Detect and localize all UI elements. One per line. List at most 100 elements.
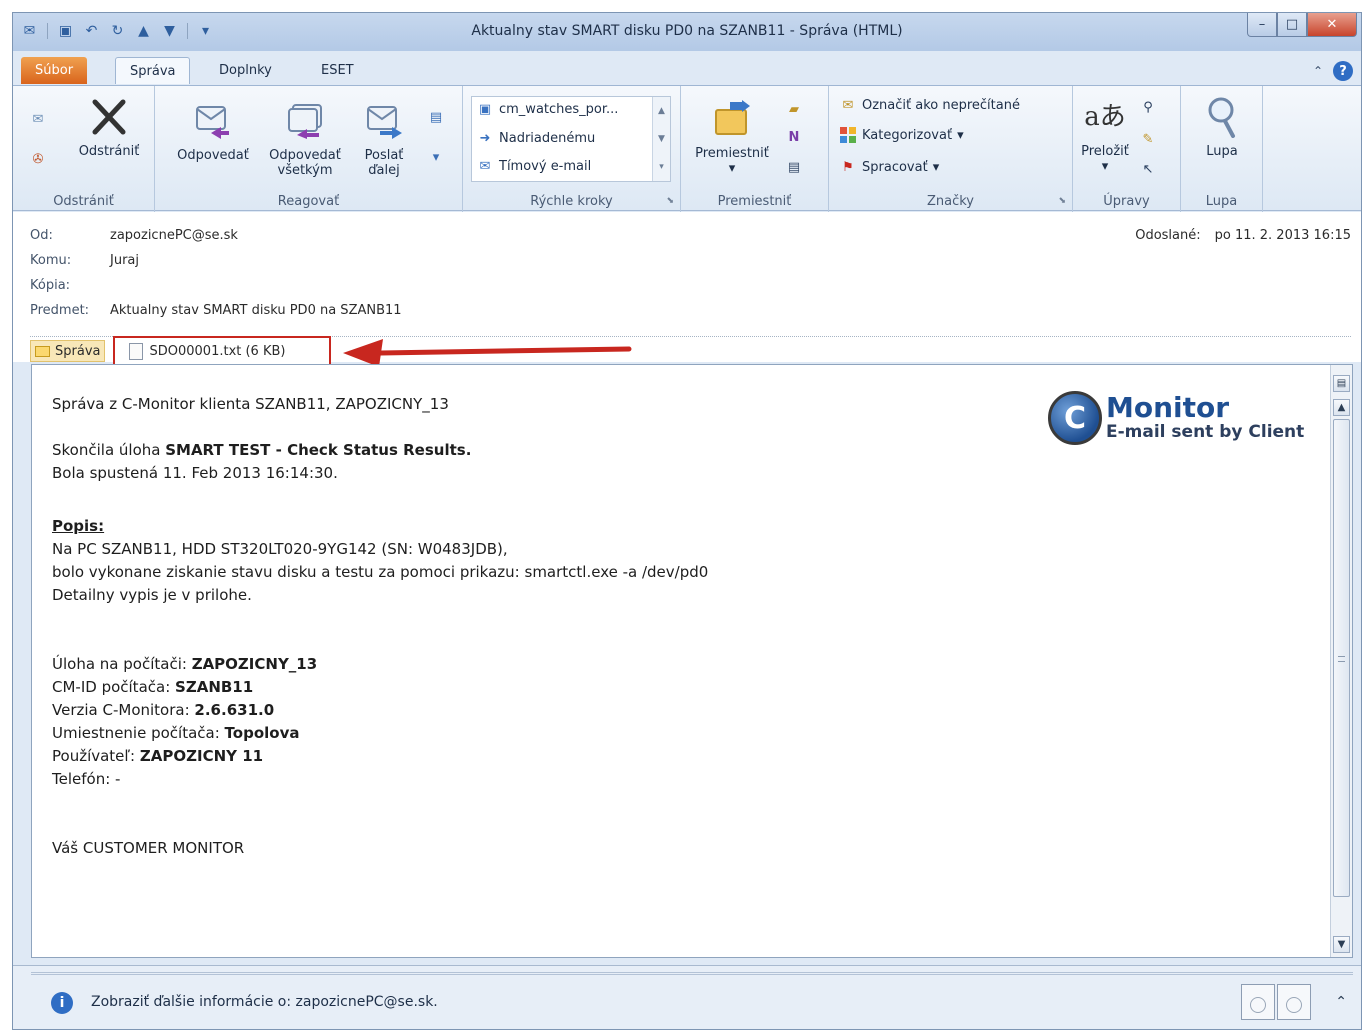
message-tab-button[interactable]: Správa [30, 340, 106, 362]
ignore-icon[interactable]: ✉ [29, 110, 47, 128]
scroll-down-icon[interactable]: ▼ [1333, 936, 1350, 953]
tab-message[interactable]: Správa [115, 57, 191, 84]
text-file-icon [129, 342, 144, 360]
tab-eset[interactable]: ESET [307, 57, 368, 84]
quick-step-manager[interactable]: ➜ Nadriadenému [476, 129, 596, 147]
dialog-launcher-icon[interactable]: ⬊ [666, 196, 674, 206]
intro-line: Správa z C-Monitor klienta SZANB11, ZAPO… [52, 395, 449, 413]
zoom-button[interactable]: Lupa [1189, 96, 1255, 159]
forward-button[interactable]: Poslať ďalej [351, 100, 417, 178]
delete-button[interactable]: Odstrániť [67, 96, 151, 159]
quick-steps-gallery: ▣ cm_watches_por... ➜ Nadriadenému ✉ Tím… [471, 96, 671, 182]
expand-gallery-icon[interactable]: ▾ [659, 162, 664, 172]
minimize-ribbon-icon[interactable]: ⌃ [1313, 64, 1323, 78]
group-label-respond: Reagovať [277, 194, 340, 209]
follow-up-button[interactable]: ⚑ Spracovať ▾ [839, 158, 939, 176]
view-options-icon[interactable]: ▤ [1333, 375, 1350, 392]
mark-unread-button[interactable]: ✉ Označiť ako neprečítané [839, 96, 1020, 114]
actions-icon[interactable]: ▤ [785, 158, 803, 176]
attachment-bar: Správa SDO00001.txt (6 KB) [30, 336, 332, 366]
avatars [1241, 984, 1311, 1020]
minimize-button[interactable]: – [1247, 13, 1277, 37]
expand-people-pane-icon[interactable]: ⌃ [1335, 994, 1347, 1010]
translate-label: Preložiť [1081, 144, 1129, 159]
find-icon[interactable]: ⚲ [1139, 98, 1157, 116]
scroll-up-icon[interactable]: ▲ [1333, 399, 1350, 416]
rules-icon[interactable]: ▰ [785, 100, 803, 118]
help-icon[interactable]: ? [1333, 61, 1353, 81]
categorize-button[interactable]: Kategorizovať ▾ [839, 126, 964, 144]
vertical-scrollbar[interactable]: ▤ ▲ ▼ [1330, 365, 1352, 957]
user-value: ZAPOZICNY 11 [139, 747, 264, 765]
junk-icon[interactable]: ✇ [29, 150, 47, 168]
move-folder-icon [711, 98, 753, 140]
move-button[interactable]: Premiestniť ▾ [687, 98, 777, 176]
help-area: ⌃ ? [1313, 61, 1353, 81]
outlook-message-window: ✉ ▣ ↶ ↻ ▲ ▼ ▾ Aktualny stav SMART disku … [12, 12, 1362, 1030]
people-pane-text[interactable]: Zobraziť ďalšie informácie o: zapozicneP… [91, 994, 438, 1010]
location-line: Umiestnenie počítača: Topolova [52, 722, 708, 745]
task-on-pc-label: Úloha na počítači: [52, 655, 192, 673]
task-suffix: . [465, 441, 472, 459]
tab-file[interactable]: Súbor [21, 57, 88, 84]
ribbon-tabs: Súbor Správa Doplnky ESET ⌃ ? [13, 51, 1361, 85]
translate-button[interactable]: aあ Preložiť ▾ [1077, 96, 1133, 175]
task-prefix: Skončila úloha [52, 441, 166, 459]
close-button[interactable]: ✕ [1307, 13, 1357, 37]
cmid-line: CM-ID počítača: SZANB11 [52, 676, 708, 699]
info-icon: i [51, 992, 73, 1014]
started-line: Bola spustená 11. Feb 2013 16:14:30. [52, 464, 338, 482]
subject-value: Aktualny stav SMART disku PD0 na SZANB11 [110, 303, 402, 318]
attachment-file[interactable]: SDO00001.txt (6 KB) [113, 336, 332, 366]
quick-step-cm-watches[interactable]: ▣ cm_watches_por... [476, 100, 619, 118]
version-value: 2.6.631.0 [194, 701, 275, 719]
mark-unread-label: Označiť ako neprečítané [862, 97, 1020, 113]
delete-label: Odstrániť [78, 144, 140, 159]
reply-all-button[interactable]: Odpovedať všetkým [259, 100, 351, 178]
dialog-launcher-icon[interactable]: ⬊ [1058, 196, 1066, 206]
avatar[interactable] [1241, 984, 1275, 1020]
person-icon [1250, 997, 1266, 1013]
maximize-button[interactable]: □ [1277, 13, 1307, 37]
signature-line: Váš CUSTOMER MONITOR [52, 839, 245, 857]
cmid-label: CM-ID počítača: [52, 678, 176, 696]
scroll-down-icon[interactable]: ▼ [658, 134, 665, 144]
follow-up-dropdown-icon: ▾ [932, 159, 940, 175]
meeting-icon[interactable]: ▤ [427, 108, 445, 126]
select-cursor-icon[interactable]: ↖ [1139, 160, 1157, 178]
reply-label: Odpovedať [177, 148, 249, 163]
window-title: Aktualny stav SMART disku PD0 na SZANB11… [471, 23, 903, 39]
sent-row: Odoslané: po 11. 2. 2013 16:15 [1135, 228, 1351, 243]
scroll-thumb[interactable] [1333, 419, 1350, 897]
cc-row: Kópia: [30, 278, 110, 293]
related-icon[interactable]: ✎ [1139, 130, 1157, 148]
group-label-delete: Odstrániť [53, 194, 114, 209]
reply-button[interactable]: Odpovedať [165, 100, 261, 163]
description-line-2: bolo vykonane ziskanie stavu disku a tes… [52, 563, 709, 581]
move-label: Premiestniť [695, 146, 769, 161]
location-value: Topolova [224, 724, 300, 742]
from-value[interactable]: zapozicnePC@se.sk [110, 228, 238, 243]
more-respond-icon[interactable]: ▾ [427, 148, 445, 166]
people-pane-splitter[interactable] [31, 972, 1353, 975]
quick-step-icon: ▣ [478, 101, 492, 117]
quick-steps-scroll[interactable]: ▲ ▼ ▾ [652, 97, 670, 181]
from-label: Od: [30, 228, 53, 243]
avatar[interactable] [1277, 984, 1311, 1020]
window-controls: – □ ✕ [1247, 13, 1357, 37]
group-editing: aあ Preložiť ▾ ⚲ ✎ ↖ Úpravy [1073, 86, 1181, 212]
flag-icon: ⚑ [842, 159, 854, 175]
onenote-icon[interactable]: N [785, 128, 803, 146]
message-header: Od: zapozicnePC@se.sk Komu: Juraj Kópia:… [13, 212, 1361, 366]
tab-addins[interactable]: Doplnky [205, 57, 286, 84]
attachment-file-label: SDO00001.txt (6 KB) [149, 343, 286, 359]
scroll-up-icon[interactable]: ▲ [658, 106, 665, 116]
team-email-icon: ✉ [479, 158, 491, 174]
quick-step-team-email[interactable]: ✉ Tímový e-mail [476, 157, 592, 175]
envelope-icon [35, 345, 50, 357]
c-monitor-logo: C Monitor E-mail sent by Client [1048, 391, 1304, 445]
group-label-quick-steps: Rýchle kroky [530, 194, 613, 209]
group-label-editing: Úpravy [1103, 194, 1150, 209]
to-value[interactable]: Juraj [110, 253, 139, 268]
translate-dropdown-icon: ▾ [1101, 159, 1109, 174]
